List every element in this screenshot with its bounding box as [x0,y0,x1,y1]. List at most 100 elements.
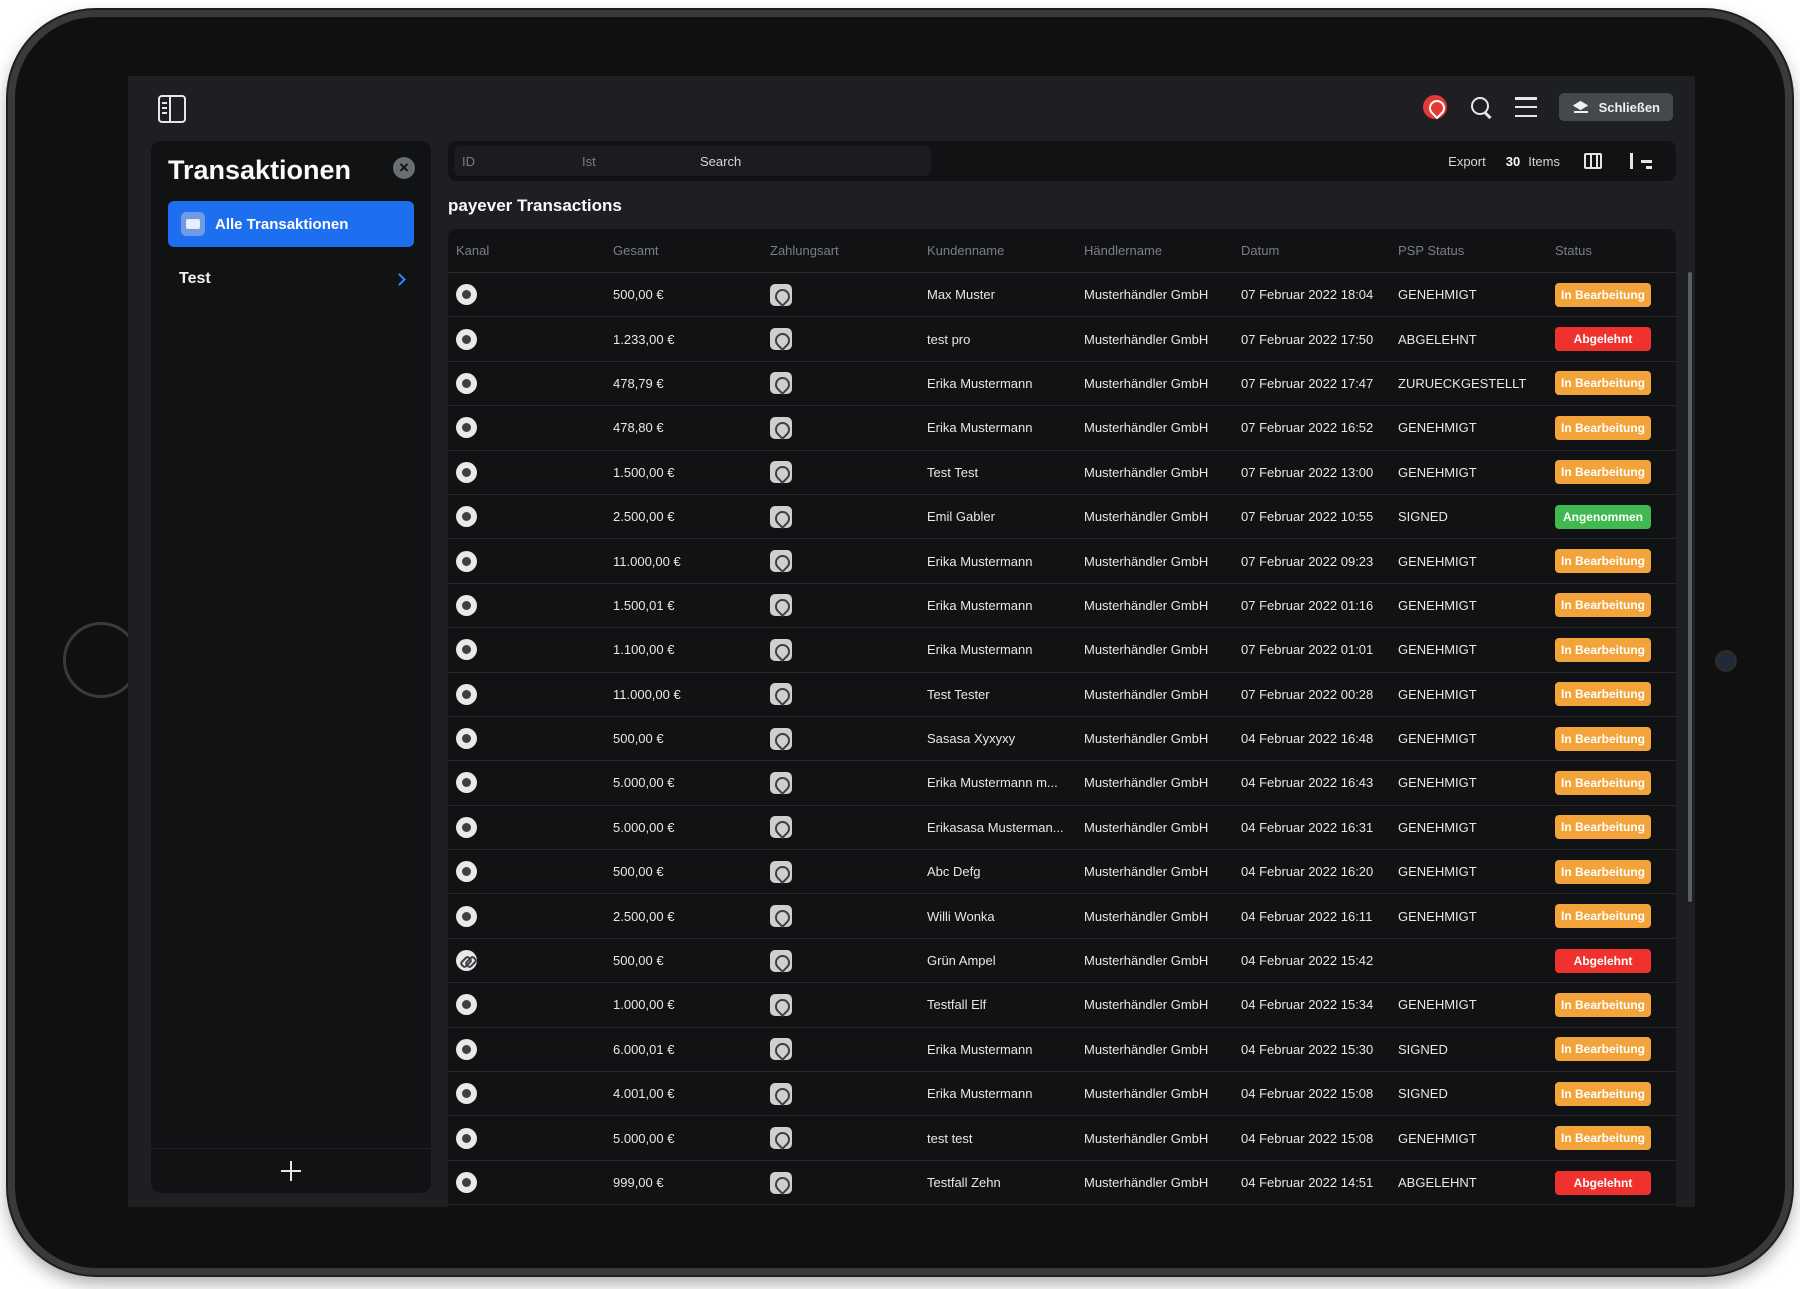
sidebar-item-test[interactable]: Test [168,259,414,299]
cell-psp-status: GENEHMIGT [1398,597,1477,613]
table-row[interactable]: 4.001,00 € Erika Mustermann Musterhändler … [448,1072,1676,1117]
table-row[interactable]: 11.000,00 € Test Tester Musterhändler GmbH… [448,673,1676,717]
table-row[interactable]: 478,80 € Erika Mustermann Musterhändler Gm… [448,406,1676,451]
table-row[interactable]: 6.000,01 € Erika Mustermann Musterhändler … [448,1028,1676,1073]
table-scrollbar[interactable] [1688,272,1692,902]
cell-kanal [448,594,605,616]
filter-id-field[interactable]: ID [454,154,572,169]
column-header-haendlername[interactable]: Händlername [1076,243,1233,258]
table-row[interactable]: 1.500,01 € Erika Mustermann Musterhändler … [448,584,1676,629]
search-icon[interactable] [1469,95,1493,119]
sidebar-close-icon[interactable]: × [393,157,415,179]
filter-fields: ID Ist Search [454,146,931,176]
table-row[interactable]: 11.000,00 € Erika Mustermann Musterhändler… [448,539,1676,584]
cell-zahlungsart [762,1038,919,1061]
sidebar-item-all-transactions[interactable]: Alle Transaktionen [168,201,414,247]
column-header-status[interactable]: Status [1547,243,1676,258]
column-header-zahlungsart[interactable]: Zahlungsart [762,243,919,258]
cell-zahlungsart [762,638,919,661]
column-header-kundenname[interactable]: Kundenname [919,243,1076,258]
payever-logo-icon[interactable] [1422,95,1447,119]
pos-channel-icon [456,816,477,838]
items-count[interactable]: 30 [1506,154,1520,169]
table-row[interactable]: 1.000,00 € Testfall Elf Musterhändler GmbH… [448,983,1676,1028]
cell-status: In Bearbeitung [1547,682,1676,707]
cell-zahlungsart [762,727,919,750]
cell-psp-status: GENEHMIGT [1398,731,1477,747]
add-folder-icon[interactable] [281,1161,301,1181]
payment-method-icon [770,905,792,928]
status-badge: In Bearbeitung [1555,859,1651,884]
table-row[interactable]: 500,00 € Grün Ampel Musterhändler GmbH 04 F… [448,939,1676,984]
cell-datum: 04 Februar 2022 16:20 [1241,864,1374,880]
table-row[interactable]: 478,79 € Erika Mustermann Musterhändler Gm… [448,362,1676,407]
export-button[interactable]: Export [1448,154,1486,169]
cell-datum: 04 Februar 2022 15:08 [1241,1086,1374,1102]
cell-zahlungsart [762,1082,919,1105]
cell-kundenname: Sasasa Xyxyxy [927,731,1016,747]
table-row[interactable]: 500,00 € Abc Defg Musterhändler GmbH 04 Feb… [448,850,1676,895]
close-app-button[interactable]: Schließen [1558,93,1673,121]
cell-haendlername: Musterhändler GmbH [1084,1086,1209,1102]
cell-gesamt: 6.000,01 € [613,1041,675,1057]
transactions-table: Kanal Gesamt Zahlungsart Kundenname Händ… [448,229,1676,1207]
cell-zahlungsart [762,816,919,839]
cell-psp-status: GENEHMIGT [1398,908,1477,924]
column-header-gesamt[interactable]: Gesamt [605,243,762,258]
cell-kundenname: Abc Defg [927,864,981,880]
cell-zahlungsart [762,860,919,883]
menu-icon[interactable] [1514,97,1537,117]
cell-zahlungsart [762,594,919,617]
cell-psp-status: ABGELEHNT [1398,1175,1477,1190]
column-header-datum[interactable]: Datum [1233,243,1390,258]
columns-icon[interactable] [1584,153,1602,169]
table-row[interactable]: 2.500,00 € Emil Gabler Musterhändler GmbH 0… [448,495,1676,540]
filter-ist-field[interactable]: Ist [572,154,692,169]
cell-kanal [448,1038,605,1060]
chevron-right-icon [393,272,406,286]
cell-status: In Bearbeitung [1547,1126,1676,1151]
sidebar-toggle-icon[interactable] [158,95,186,123]
table-row[interactable]: 5.000,00 € Erika Mustermann m... Musterhän… [448,761,1676,806]
table-row[interactable]: 1.100,00 € Erika Mustermann Musterhändler … [448,628,1676,673]
pos-channel-icon [456,506,477,528]
column-header-psp-status[interactable]: PSP Status [1390,243,1547,258]
table-row[interactable]: 1.500,00 € Test Test Musterhändler GmbH 07 … [448,451,1676,495]
cell-kundenname: Erikasasa Musterman... [927,819,1064,835]
pos-channel-icon [456,861,477,883]
cell-kundenname: Test Tester [927,686,990,702]
status-badge: In Bearbeitung [1555,282,1651,307]
cell-gesamt: 11.000,00 € [613,686,681,702]
cell-gesamt: 5.000,00 € [613,1130,675,1146]
cell-gesamt: 478,79 € [613,375,664,391]
cell-kundenname: Testfall Zehn [927,1175,1001,1190]
cell-kundenname: Erika Mustermann [927,597,1033,613]
table-row[interactable]: 500,00 € Sasasa Xyxyxy Musterhändler GmbH 0… [448,717,1676,762]
table-row[interactable]: 5.000,00 € Erikasasa Musterman... Musterhä… [448,806,1676,851]
cell-kundenname: Test Test [927,464,979,480]
table-row[interactable]: 5.000,00 € test test Musterhändler GmbH 04 … [448,1116,1676,1161]
table-row[interactable]: 500,00 € Max Muster Musterhändler GmbH 07 F… [448,273,1676,318]
column-header-kanal[interactable]: Kanal [448,243,605,258]
sidebar-title: Transaktionen [168,155,352,185]
cell-status: In Bearbeitung [1547,282,1676,307]
table-row[interactable]: 999,00 € Testfall Zehn Musterhändler GmbH 0… [448,1161,1676,1206]
sidebar: Transaktionen × Alle Transaktionen Test [151,141,431,1193]
cell-gesamt: 2.500,00 € [613,908,675,924]
cell-kundenname: Testfall Elf [927,997,987,1013]
pos-channel-icon [456,1172,477,1193]
cell-status: In Bearbeitung [1547,637,1676,662]
cell-status: In Bearbeitung [1547,1037,1676,1062]
cell-haendlername: Musterhändler GmbH [1084,287,1209,303]
cell-datum: 04 Februar 2022 15:34 [1241,997,1374,1013]
search-input[interactable]: Search [692,154,741,169]
sort-icon[interactable] [1628,153,1652,169]
cell-datum: 07 Februar 2022 17:50 [1241,331,1374,347]
filter-bar: ID Ist Search Export 30 Items [448,141,1676,181]
cell-haendlername: Musterhändler GmbH [1084,731,1209,747]
cell-zahlungsart [762,461,919,484]
cell-status: Abgelehnt [1547,1170,1676,1195]
cell-kanal [448,1083,605,1105]
table-row[interactable]: 1.233,00 € test pro Musterhändler GmbH 07 F… [448,317,1676,362]
table-row[interactable]: 2.500,00 € Willi Wonka Musterhändler GmbH 0… [448,894,1676,939]
